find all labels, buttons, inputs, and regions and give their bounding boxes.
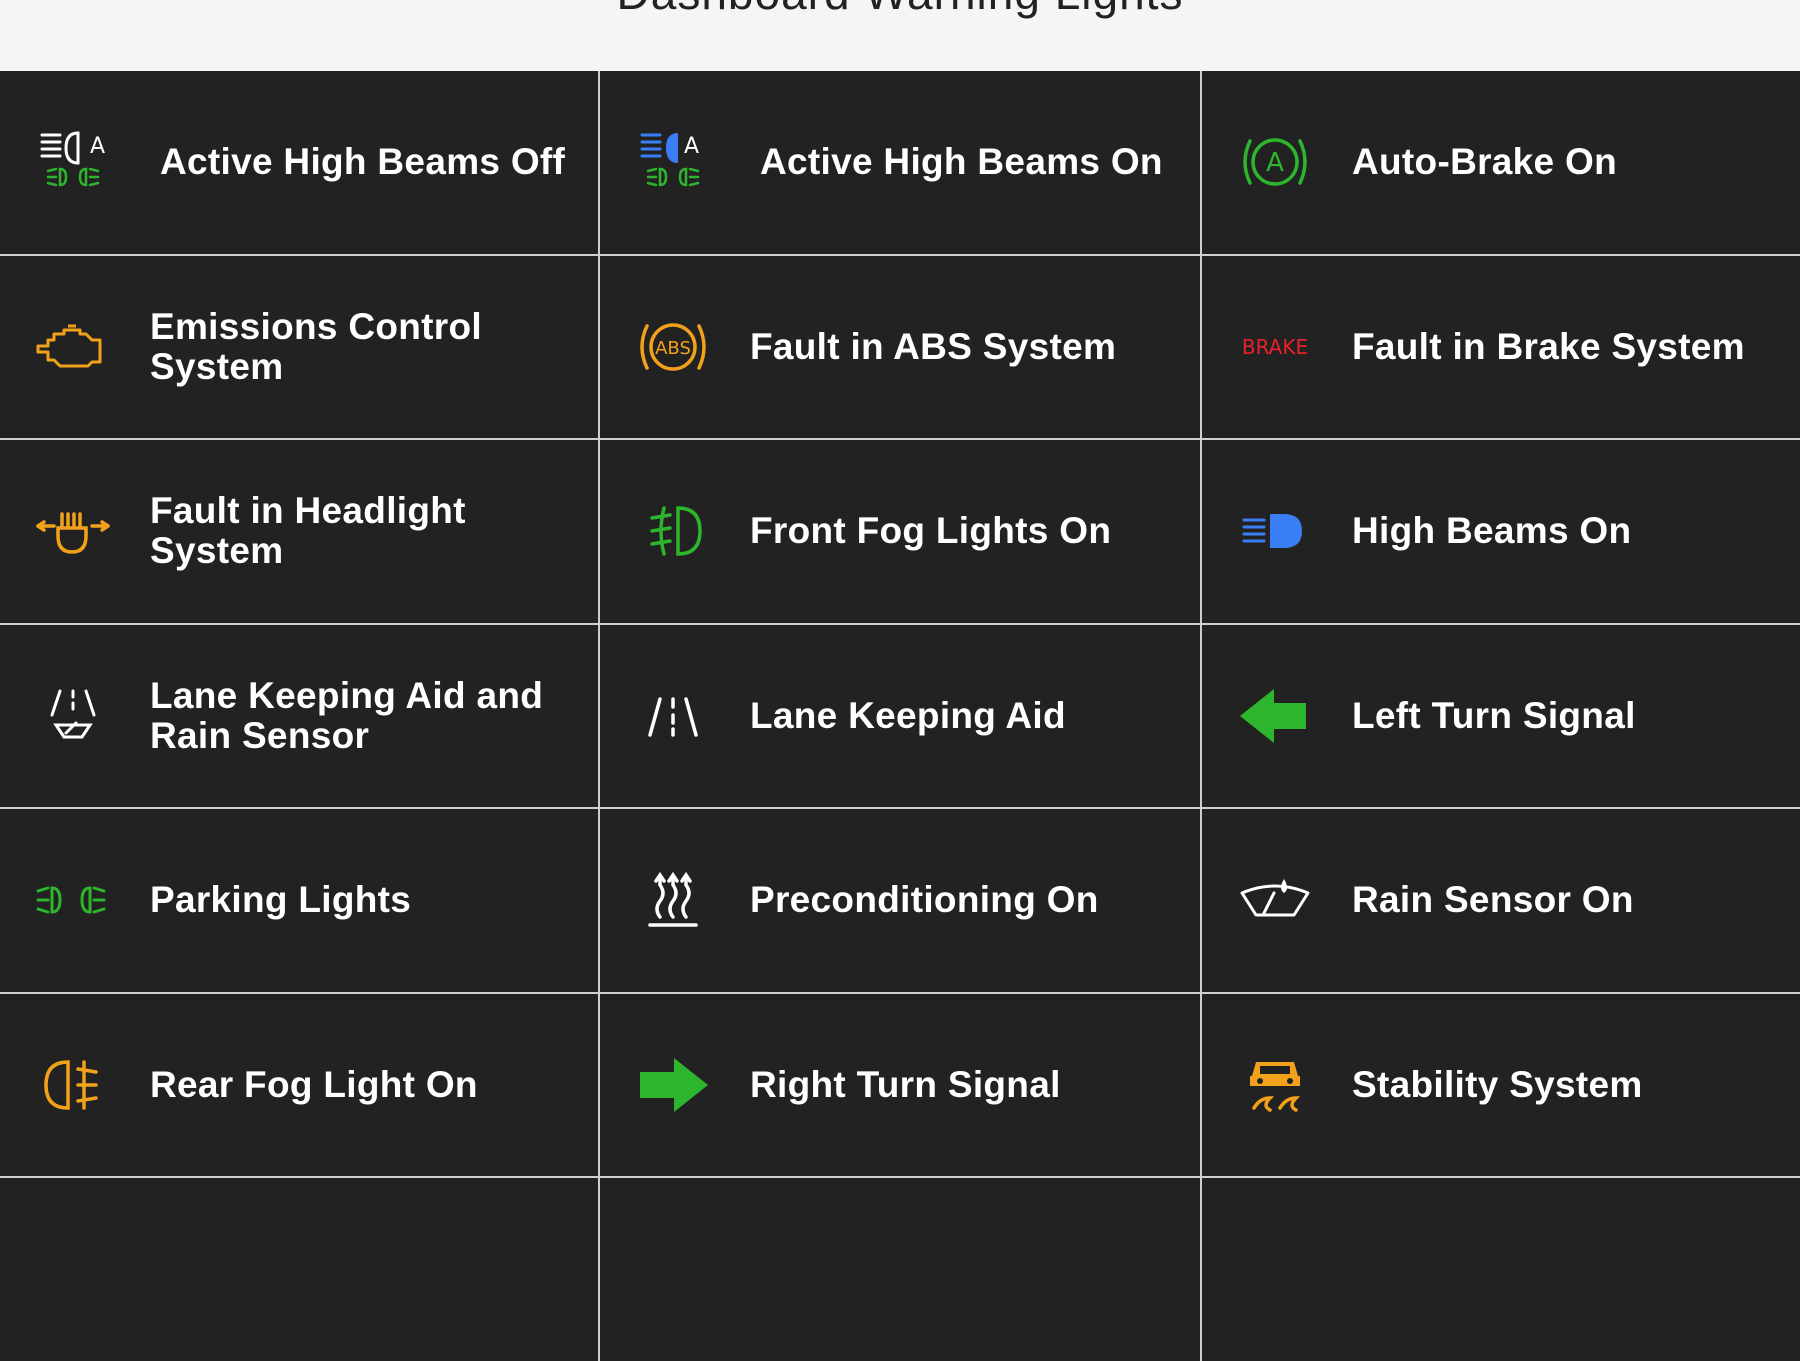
- list-item: Preconditioning On: [600, 809, 1200, 992]
- list-item-label: Rain Sensor On: [1352, 879, 1634, 921]
- list-item-label: Lane Keeping Aid: [750, 694, 1066, 736]
- list-item: Rain Sensor On: [1202, 809, 1800, 992]
- list-item: Lane Keeping Aid and Rain Sensor: [0, 624, 598, 807]
- list-item: Front Fog Lights On: [600, 440, 1200, 623]
- stability-icon: [1232, 1042, 1318, 1128]
- warning-lights-grid: A Active High Beams Off A Active High Be…: [0, 71, 1800, 1361]
- list-item-label: Right Turn Signal: [750, 1063, 1061, 1105]
- heat-waves-icon: [630, 857, 716, 943]
- lane-rain-icon: [30, 673, 116, 759]
- page-header: Dashboard Warning Lights: [0, 0, 1800, 71]
- engine-icon: [30, 304, 116, 390]
- rear-fog-icon: [30, 1042, 116, 1128]
- list-item-label: Auto-Brake On: [1352, 141, 1617, 183]
- list-item: Lane Keeping Aid: [600, 624, 1200, 807]
- right-arrow-icon: [630, 1042, 716, 1128]
- list-item: Fault in Headlight System: [0, 440, 598, 623]
- page-title: Dashboard Warning Lights: [0, 0, 1800, 20]
- high-beam-icon: [1232, 488, 1318, 574]
- svg-text:ABS: ABS: [655, 338, 691, 359]
- list-item: [1202, 1178, 1800, 1361]
- list-item: A Active High Beams Off: [0, 71, 598, 254]
- list-item: Rear Fog Light On: [0, 993, 598, 1176]
- auto-brake-icon: A: [1232, 119, 1318, 205]
- headlight-fault-icon: [30, 488, 116, 574]
- list-item: High Beams On: [1202, 440, 1800, 623]
- list-item: [600, 1178, 1200, 1361]
- list-item-label: Parking Lights: [150, 879, 412, 921]
- list-item-label: Lane Keeping Aid and Rain Sensor: [150, 674, 544, 756]
- svg-text:A: A: [1266, 148, 1284, 178]
- list-item-label: Active High Beams Off: [160, 141, 566, 183]
- list-item: [0, 1178, 598, 1361]
- list-item: BRAKE Fault in Brake System: [1202, 255, 1800, 438]
- list-item: Parking Lights: [0, 809, 598, 992]
- list-item-label: Active High Beams On: [760, 141, 1163, 183]
- list-item-label: Fault in Brake System: [1352, 325, 1745, 367]
- list-item-label: Emissions Control System: [150, 305, 482, 387]
- list-item-label: Rear Fog Light On: [150, 1063, 478, 1105]
- auto-high-beam-off-icon: A: [30, 119, 116, 205]
- list-item: ABS Fault in ABS System: [600, 255, 1200, 438]
- list-item-label: Front Fog Lights On: [750, 510, 1112, 552]
- left-arrow-icon: [1232, 673, 1318, 759]
- svg-text:A: A: [684, 134, 699, 159]
- parking-lights-icon: [30, 857, 116, 943]
- front-fog-icon: [630, 488, 716, 574]
- rain-sensor-icon: [1232, 857, 1318, 943]
- auto-high-beam-on-icon: A: [630, 119, 716, 205]
- list-item: A Active High Beams On: [600, 71, 1200, 254]
- list-item: A Auto-Brake On: [1202, 71, 1800, 254]
- svg-text:A: A: [90, 134, 105, 159]
- list-item: Stability System: [1202, 993, 1800, 1176]
- list-item-label: Left Turn Signal: [1352, 694, 1636, 736]
- list-item: Left Turn Signal: [1202, 624, 1800, 807]
- list-item-label: Fault in Headlight System: [150, 490, 466, 572]
- list-item-label: Preconditioning On: [750, 879, 1099, 921]
- list-item-label: High Beams On: [1352, 510, 1632, 552]
- list-item-label: Stability System: [1352, 1063, 1643, 1105]
- list-item-label: Fault in ABS System: [750, 325, 1117, 367]
- abs-icon: ABS: [630, 304, 716, 390]
- list-item: Right Turn Signal: [600, 993, 1200, 1176]
- svg-text:BRAKE: BRAKE: [1242, 335, 1308, 359]
- brake-text-icon: BRAKE: [1232, 304, 1318, 390]
- list-item: Emissions Control System: [0, 255, 598, 438]
- lane-keeping-icon: [630, 673, 716, 759]
